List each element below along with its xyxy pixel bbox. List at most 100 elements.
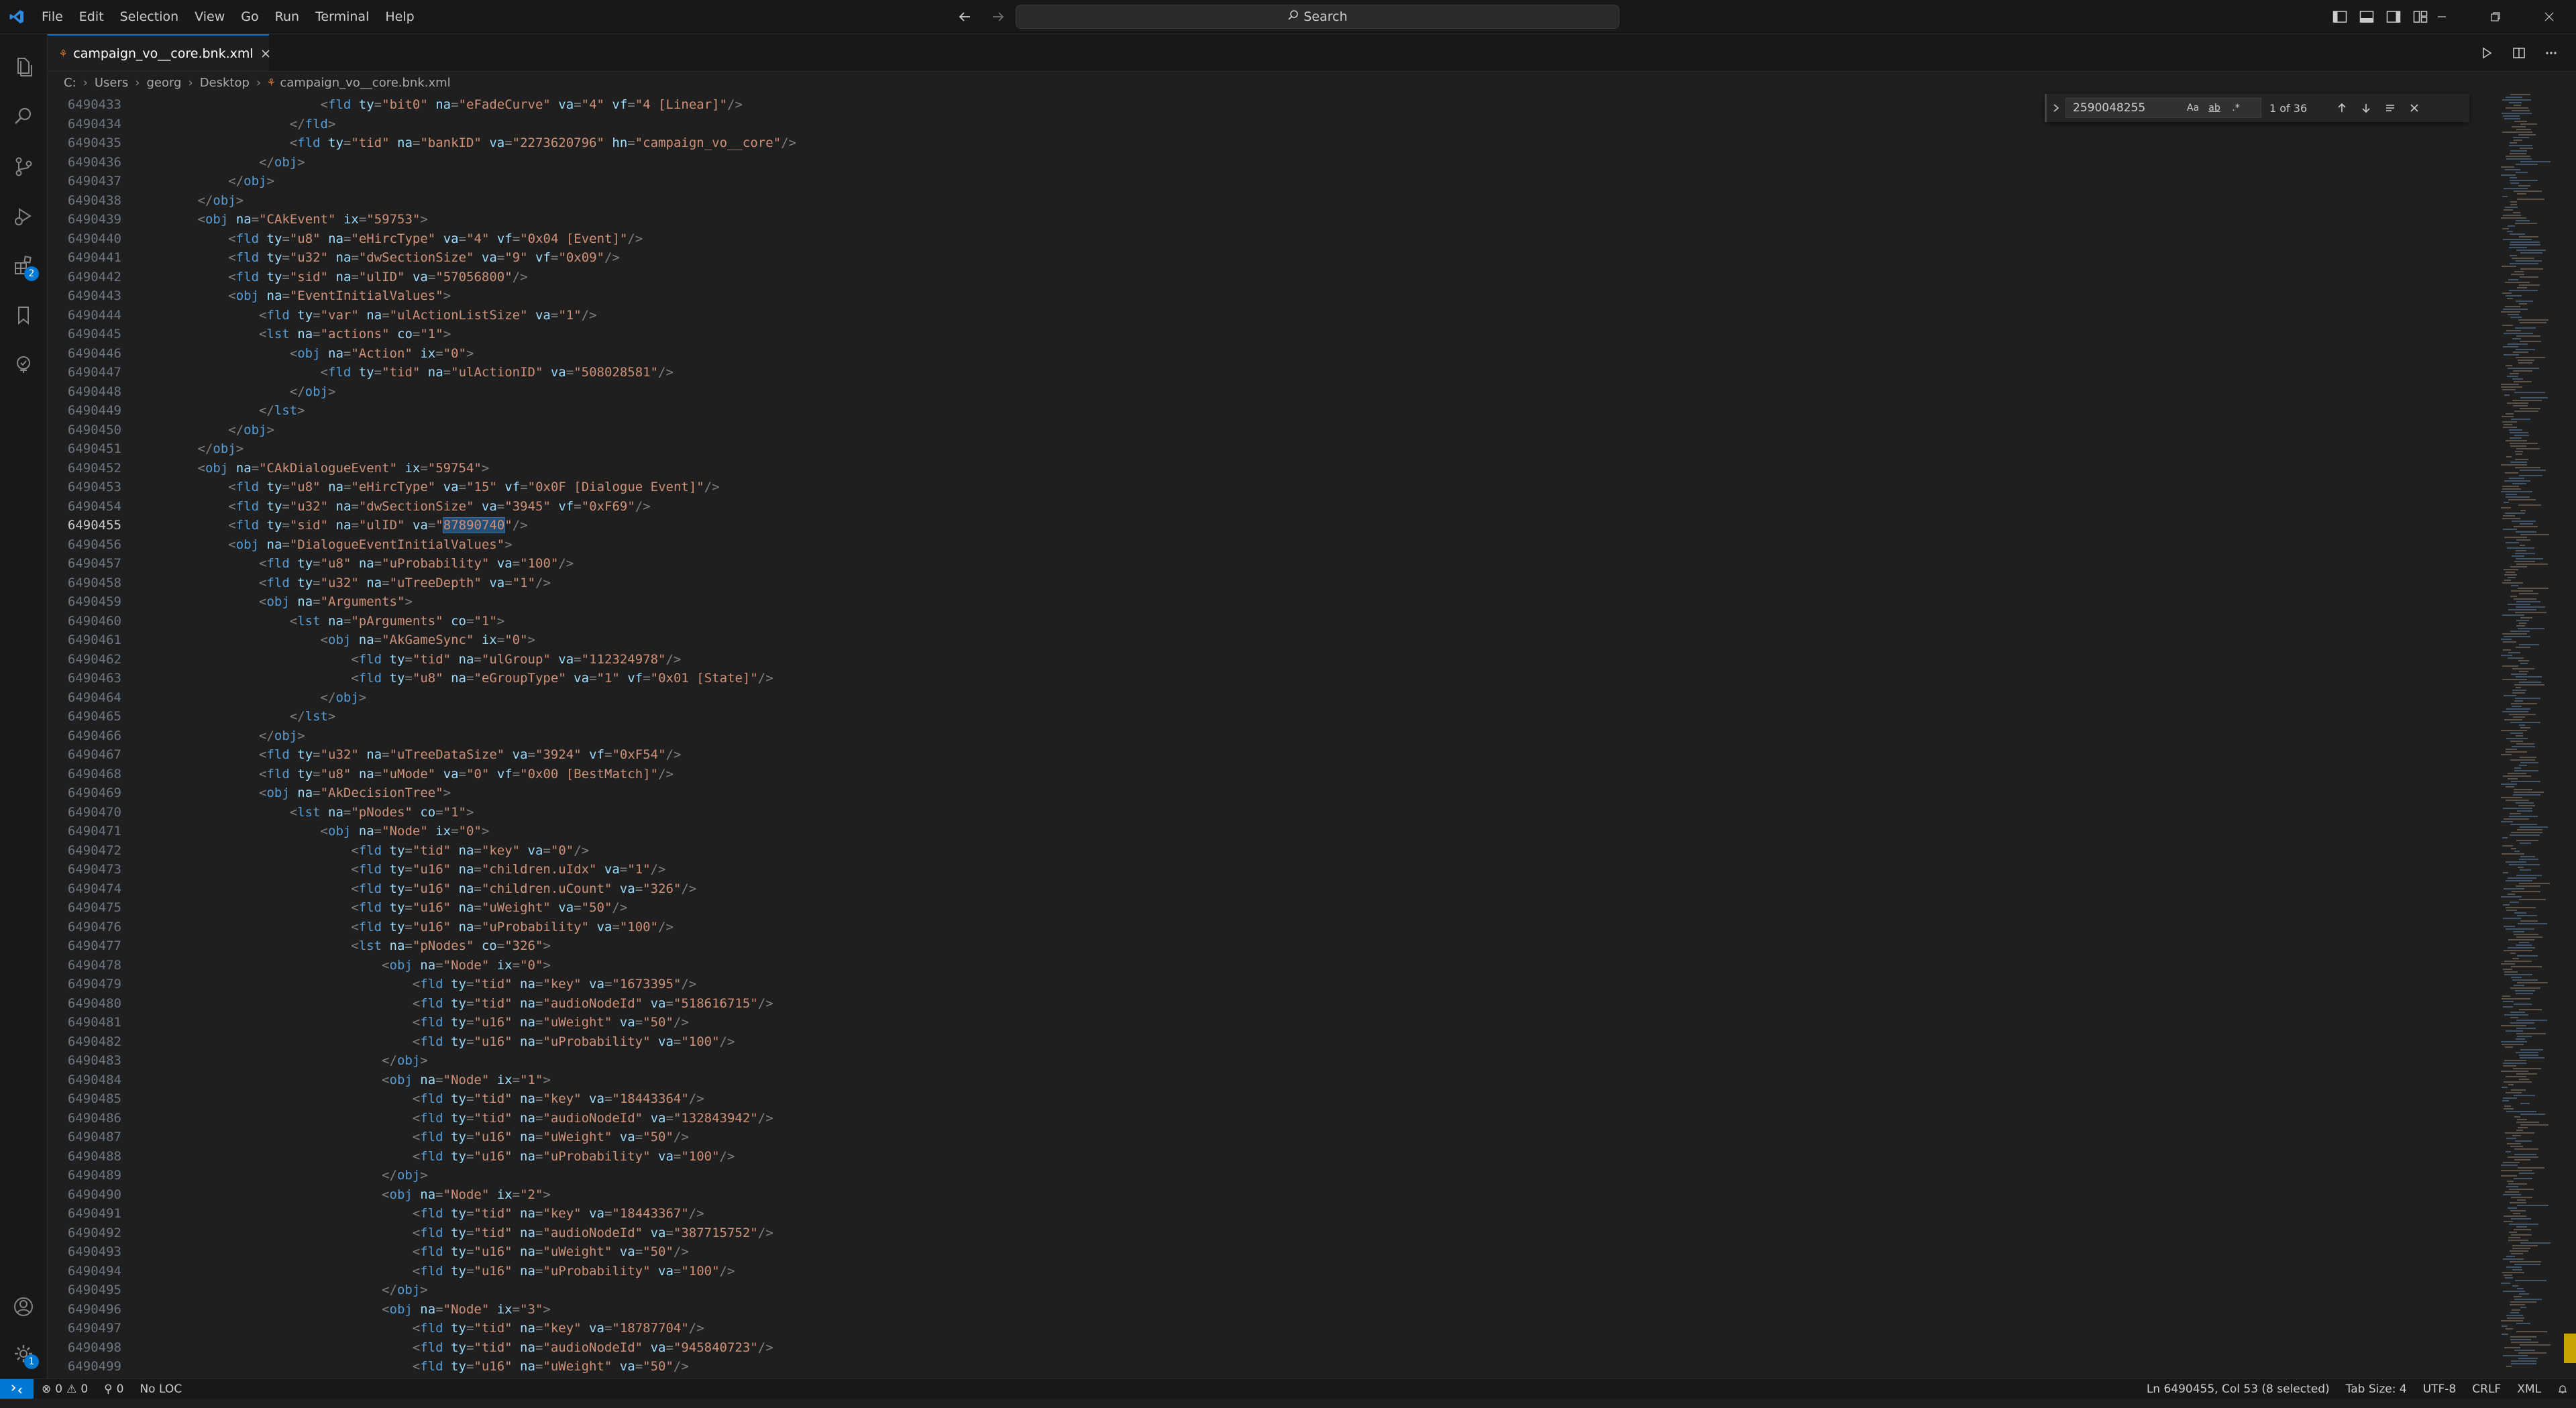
code-line[interactable]: 6490461 <obj na="AkGameSync" ix="0">: [48, 631, 796, 650]
code-line[interactable]: 6490470 <lst na="pNodes" co="1">: [48, 803, 796, 822]
menu-terminal[interactable]: Terminal: [307, 0, 377, 34]
toggle-replace-chevron-icon[interactable]: [2047, 94, 2065, 122]
code-line[interactable]: 6490465 </lst>: [48, 707, 796, 726]
code-line[interactable]: 6490490 <obj na="Node" ix="2">: [48, 1185, 796, 1205]
use-regex-toggle[interactable]: .*: [2227, 103, 2245, 113]
code-line[interactable]: 6490437 </obj>: [48, 172, 796, 191]
code-line[interactable]: 6490487 <fld ty="u16" na="uWeight" va="5…: [48, 1128, 796, 1147]
next-match-arrow-icon[interactable]: [2354, 96, 2378, 120]
tab-campaign-vo-core[interactable]: ⚘ campaign_vo__core.bnk.xml: [48, 34, 270, 71]
account-icon[interactable]: [0, 1283, 47, 1330]
code-line[interactable]: 6490442 <fld ty="sid" na="ulID" va="5705…: [48, 268, 796, 287]
code-line[interactable]: 6490477 <lst na="pNodes" co="326">: [48, 936, 796, 956]
code-line[interactable]: 6490493 <fld ty="u16" na="uWeight" va="5…: [48, 1242, 796, 1262]
code-line[interactable]: 6490448 </obj>: [48, 382, 796, 402]
run-debug-icon[interactable]: [0, 193, 47, 239]
match-case-toggle[interactable]: Aa: [2184, 103, 2202, 113]
go-back-button[interactable]: [953, 5, 977, 29]
code-line[interactable]: 6490446 <obj na="Action" ix="0">: [48, 344, 796, 364]
code-line[interactable]: 6490457 <fld ty="u8" na="uProbability" v…: [48, 554, 796, 574]
remote-indicator-icon[interactable]: [0, 1379, 34, 1399]
code-line[interactable]: 6490478 <obj na="Node" ix="0">: [48, 956, 796, 975]
code-line[interactable]: 6490436 </obj>: [48, 153, 796, 172]
code-line[interactable]: 6490434 </fld>: [48, 115, 796, 134]
end-of-line[interactable]: CRLF: [2464, 1379, 2509, 1399]
minimap[interactable]: [2496, 94, 2576, 1374]
toggle-secondary-sidebar-icon[interactable]: [2381, 5, 2406, 29]
code-line[interactable]: 6490449 </lst>: [48, 401, 796, 421]
code-line[interactable]: 6490499 <fld ty="u16" na="uWeight" va="5…: [48, 1357, 796, 1374]
previous-match-arrow-icon[interactable]: [2330, 96, 2354, 120]
code-line[interactable]: 6490473 <fld ty="u16" na="children.uIdx"…: [48, 860, 796, 879]
code-line[interactable]: 6490476 <fld ty="u16" na="uProbability" …: [48, 918, 796, 937]
encoding[interactable]: UTF-8: [2415, 1379, 2465, 1399]
code-line[interactable]: 6490468 <fld ty="u8" na="uMode" va="0" v…: [48, 765, 796, 784]
breadcrumb-segment[interactable]: georg: [146, 76, 181, 90]
find-input[interactable]: [2073, 101, 2180, 115]
code-line[interactable]: 6490489 </obj>: [48, 1166, 796, 1185]
code-line[interactable]: 6490492 <fld ty="tid" na="audioNodeId" v…: [48, 1224, 796, 1243]
language-mode[interactable]: XML: [2509, 1379, 2549, 1399]
code-line[interactable]: 6490479 <fld ty="tid" na="key" va="16733…: [48, 975, 796, 994]
code-line[interactable]: 6490474 <fld ty="u16" na="children.uCoun…: [48, 879, 796, 899]
menu-go[interactable]: Go: [233, 0, 266, 34]
code-line[interactable]: 6490495 </obj>: [48, 1281, 796, 1300]
code-line[interactable]: 6490488 <fld ty="u16" na="uProbability" …: [48, 1147, 796, 1167]
code-line[interactable]: 6490443 <obj na="EventInitialValues">: [48, 286, 796, 306]
code-line[interactable]: 6490481 <fld ty="u16" na="uWeight" va="5…: [48, 1013, 796, 1032]
code-line[interactable]: 6490452 <obj na="CAkDialogueEvent" ix="5…: [48, 459, 796, 478]
code-line[interactable]: 6490439 <obj na="CAkEvent" ix="59753">: [48, 210, 796, 229]
close-find-icon[interactable]: [2402, 96, 2426, 120]
ports-indicator[interactable]: ⚲ 0: [96, 1379, 131, 1399]
run-icon[interactable]: [2475, 42, 2498, 64]
code-line[interactable]: 6490458 <fld ty="u32" na="uTreeDepth" va…: [48, 574, 796, 593]
minimize-button[interactable]: [2415, 0, 2469, 34]
code-line[interactable]: 6490463 <fld ty="u8" na="eGroupType" va=…: [48, 669, 796, 688]
code-line[interactable]: 6490451 </obj>: [48, 439, 796, 459]
code-line[interactable]: 6490459 <obj na="Arguments">: [48, 592, 796, 612]
find-in-selection-icon[interactable]: [2378, 96, 2402, 120]
toggle-primary-sidebar-icon[interactable]: [2328, 5, 2352, 29]
problems-indicator[interactable]: ⊗ 0 ⚠ 0: [34, 1379, 96, 1399]
menu-selection[interactable]: Selection: [112, 0, 187, 34]
go-forward-button[interactable]: [986, 5, 1010, 29]
settings-gear-icon[interactable]: 1: [0, 1330, 47, 1377]
extensions-icon[interactable]: 2: [0, 242, 47, 289]
code-line[interactable]: 6490462 <fld ty="tid" na="ulGroup" va="1…: [48, 650, 796, 669]
tab-size[interactable]: Tab Size: 4: [2338, 1379, 2415, 1399]
code-line[interactable]: 6490497 <fld ty="tid" na="key" va="18787…: [48, 1319, 796, 1338]
menu-help[interactable]: Help: [377, 0, 422, 34]
remote-explorer-icon[interactable]: [0, 341, 47, 388]
code-line[interactable]: 6490491 <fld ty="tid" na="key" va="18443…: [48, 1204, 796, 1224]
code-line[interactable]: 6490475 <fld ty="u16" na="uWeight" va="5…: [48, 898, 796, 918]
loc-indicator[interactable]: No LOC: [131, 1379, 190, 1399]
code-line[interactable]: 6490450 </obj>: [48, 421, 796, 440]
menu-view[interactable]: View: [186, 0, 233, 34]
code-line[interactable]: 6490440 <fld ty="u8" na="eHircType" va="…: [48, 229, 796, 249]
explorer-icon[interactable]: [0, 44, 47, 91]
code-line[interactable]: 6490466 </obj>: [48, 726, 796, 746]
source-control-icon[interactable]: [0, 143, 47, 190]
close-window-button[interactable]: [2522, 0, 2576, 34]
code-line[interactable]: 6490464 </obj>: [48, 688, 796, 708]
match-whole-word-toggle[interactable]: ab: [2206, 103, 2223, 113]
split-editor-icon[interactable]: [2508, 42, 2530, 64]
code-line[interactable]: 6490460 <lst na="pArguments" co="1">: [48, 612, 796, 631]
code-line[interactable]: 6490482 <fld ty="u16" na="uProbability" …: [48, 1032, 796, 1052]
code-line[interactable]: 6490484 <obj na="Node" ix="1">: [48, 1071, 796, 1090]
notifications-bell-icon[interactable]: [2549, 1379, 2576, 1399]
code-line[interactable]: 6490483 </obj>: [48, 1051, 796, 1071]
toggle-panel-icon[interactable]: [2355, 5, 2379, 29]
code-line[interactable]: 6490454 <fld ty="u32" na="dwSectionSize"…: [48, 497, 796, 517]
code-line[interactable]: 6490486 <fld ty="tid" na="audioNodeId" v…: [48, 1109, 796, 1128]
code-line[interactable]: 6490444 <fld ty="var" na="ulActionListSi…: [48, 306, 796, 325]
code-line[interactable]: 6490456 <obj na="DialogueEventInitialVal…: [48, 535, 796, 555]
more-actions-icon[interactable]: [2540, 42, 2563, 64]
code-editor[interactable]: 6490433 <fld ty="bit0" na="eFadeCurve" v…: [48, 94, 2516, 1374]
code-line[interactable]: 6490447 <fld ty="tid" na="ulActionID" va…: [48, 363, 796, 382]
code-line[interactable]: 6490438 </obj>: [48, 191, 796, 211]
code-line[interactable]: 6490441 <fld ty="u32" na="dwSectionSize"…: [48, 248, 796, 268]
code-line[interactable]: 6490485 <fld ty="tid" na="key" va="18443…: [48, 1089, 796, 1109]
breadcrumb-file[interactable]: campaign_vo__core.bnk.xml: [280, 76, 450, 90]
code-line[interactable]: 6490453 <fld ty="u8" na="eHircType" va="…: [48, 478, 796, 497]
